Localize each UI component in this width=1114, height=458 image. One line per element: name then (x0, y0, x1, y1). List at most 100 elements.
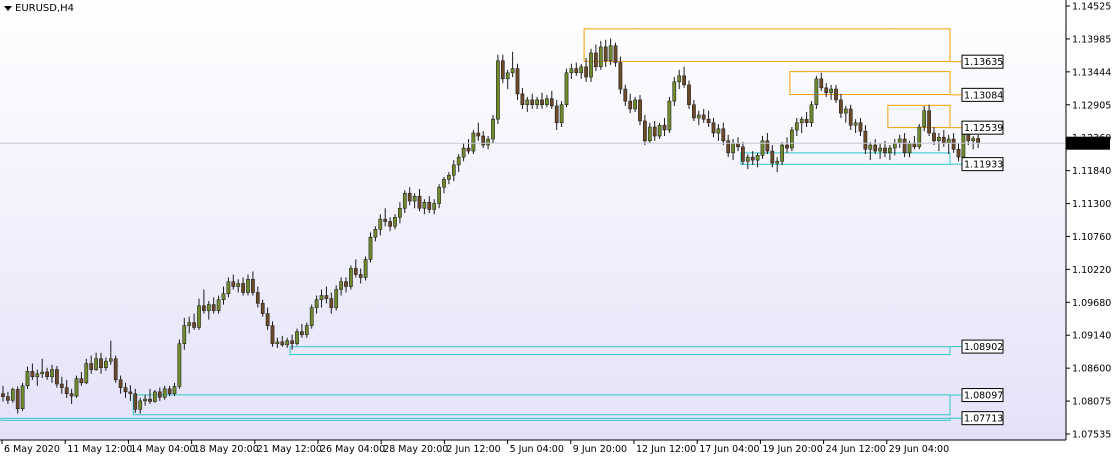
current-price-tag: 1.12281 (1066, 136, 1110, 150)
candle (790, 126, 794, 152)
candle (814, 75, 819, 109)
candle-body-bull (94, 358, 98, 370)
candle-body-bear (118, 379, 123, 388)
time-tick-label: 12 Jun 12:00 (636, 444, 696, 455)
candle-body-bear (520, 93, 525, 105)
candle-body-bear (956, 149, 961, 158)
candle-body-bear (594, 52, 598, 68)
candle-body-bull (451, 164, 456, 176)
price-tick-label: 1.10220 (1072, 265, 1111, 276)
candle-body-bear (388, 221, 392, 227)
candle-body-bull (564, 72, 569, 105)
candle-body-bull (569, 68, 574, 74)
candle-body-bull (608, 45, 613, 62)
candle-body-bear (329, 298, 334, 308)
candle-body-bear (618, 62, 623, 90)
candle-body-bull (295, 331, 299, 344)
candle-body-bear (549, 98, 554, 107)
candle-body-bear (662, 124, 667, 131)
candle-body-bull (545, 98, 549, 105)
candle-body-bear (69, 393, 74, 397)
candle-body-bear (353, 268, 358, 275)
candle-body-bear (883, 147, 887, 154)
candle-body-bull (843, 108, 848, 114)
candle-body-bull (888, 147, 892, 154)
candle-body-bear (765, 140, 770, 152)
candle-body-bear (701, 114, 706, 120)
candle-body-bull (917, 126, 922, 148)
candle-body-bull (398, 208, 402, 218)
candle-body-bear (148, 398, 152, 402)
candle-body-bear (417, 195, 422, 209)
candle-body-bull (907, 142, 912, 154)
candle (564, 68, 569, 108)
candle-body-bear (300, 331, 304, 335)
time-tick-label: 28 May 20:00 (383, 444, 448, 455)
candle-body-bear (652, 126, 657, 137)
candle-body-bull (412, 195, 417, 202)
candle-body-bull (138, 400, 143, 410)
candle-body-bear (692, 104, 696, 119)
candle-body-bear (682, 75, 686, 86)
candle-body-bear (1, 393, 5, 397)
candle-body-bear (407, 192, 412, 202)
candle-body-bear (623, 88, 628, 102)
dropdown-triangle-icon[interactable] (4, 6, 12, 11)
candle-body-bull (74, 378, 79, 397)
candle-body-bull (177, 343, 182, 387)
candle-body-bull (814, 78, 819, 105)
symbol-timeframe-label[interactable]: EURUSD,H4 (4, 3, 74, 14)
candle-body-bear (30, 371, 35, 378)
candle-body-bull (775, 161, 780, 164)
time-tick-label: 6 May 2020 (4, 444, 60, 455)
candle-body-bear (687, 84, 691, 105)
candlestick-chart[interactable]: 1.145251.139851.134441.129051.123601.118… (0, 0, 1114, 458)
candle-body-bear (613, 45, 618, 63)
candle-body-bear (574, 68, 579, 74)
candle-body-bear (251, 279, 255, 293)
candle-body-bull (579, 66, 584, 74)
candle-body-bull (285, 340, 290, 346)
candle-body-bull (496, 60, 500, 120)
time-tick-label: 26 May 04:00 (320, 444, 385, 455)
price-tick-label: 1.13985 (1072, 34, 1111, 45)
candle-body-bull (780, 144, 784, 162)
time-tick-label: 21 May 12:00 (257, 444, 322, 455)
key-level-value: 1.11933 (964, 160, 1003, 171)
candle-body-bull (373, 229, 378, 238)
candle-body-bear (927, 110, 931, 134)
candle-body-bull (275, 341, 280, 344)
candle-body-bear (941, 136, 946, 144)
candle (667, 96, 672, 134)
candle-body-bull (456, 156, 461, 166)
candle-body-bear (863, 130, 868, 150)
candle-body-bear (711, 122, 716, 134)
price-tick-label: 1.11840 (1072, 166, 1111, 177)
candle-body-bull (50, 369, 54, 378)
time-tick-label: 5 Jun 04:00 (510, 444, 564, 455)
candle-body-bull (745, 156, 750, 162)
candle-body-bear (726, 140, 731, 154)
candle-body-bear (260, 303, 265, 314)
candle-body-bull (922, 110, 927, 128)
chart-plot-background (0, 0, 1066, 440)
candle-body-bull (535, 99, 539, 105)
candle-body-bear (324, 295, 329, 299)
candle-body-bear (848, 108, 853, 126)
candle-body-bull (304, 325, 309, 335)
candle-body-bear (265, 313, 270, 326)
candle-body-bull (471, 132, 476, 152)
candle-body-bear (99, 358, 103, 369)
candle-body-bear (628, 100, 633, 110)
price-tick-label: 1.07535 (1072, 430, 1111, 441)
candle-body-bull (349, 268, 353, 287)
candle-body-bull (442, 179, 446, 188)
time-tick-label: 18 May 20:00 (194, 444, 259, 455)
candle-body-bull (319, 295, 324, 301)
chart-window[interactable]: 1.145251.139851.134441.129051.123601.118… (0, 0, 1114, 458)
time-tick-label: 19 Jun 20:00 (762, 444, 822, 455)
candle (153, 390, 157, 403)
candle-body-bull (314, 299, 319, 308)
time-tick-label: 24 Jun 12:00 (826, 444, 886, 455)
key-level-value: 1.12539 (964, 123, 1003, 134)
